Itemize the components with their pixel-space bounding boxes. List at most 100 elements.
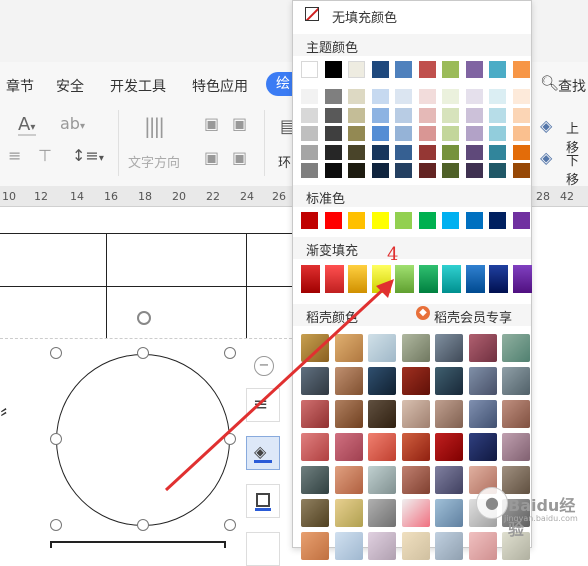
- theme-shade-swatch[interactable]: [371, 126, 389, 141]
- theme-shade-swatch[interactable]: [348, 163, 365, 178]
- docer-color-swatch[interactable]: [502, 400, 530, 428]
- docer-color-swatch[interactable]: [502, 433, 530, 461]
- resize-handle[interactable]: [137, 347, 149, 359]
- theme-shade-swatch[interactable]: [324, 144, 342, 160]
- theme-color-swatch[interactable]: [348, 61, 365, 78]
- theme-shade-swatch[interactable]: [418, 163, 436, 178]
- docer-color-swatch[interactable]: [368, 367, 396, 395]
- docer-color-swatch[interactable]: [502, 367, 530, 395]
- text-box-icon-2[interactable]: ▣: [232, 114, 247, 133]
- bring-forward-icon[interactable]: ◈: [540, 116, 552, 135]
- docer-color-swatch[interactable]: [334, 367, 363, 395]
- standard-color-swatch[interactable]: [395, 212, 412, 229]
- standard-color-swatch[interactable]: [371, 212, 389, 229]
- align-icon[interactable]: ≡: [8, 146, 21, 165]
- shape-outline-button[interactable]: [246, 484, 280, 518]
- tab-chapter[interactable]: 章节: [6, 76, 34, 96]
- text-box-icon[interactable]: ▣: [204, 114, 219, 133]
- theme-shade-swatch[interactable]: [489, 163, 506, 178]
- theme-shade-swatch[interactable]: [489, 144, 506, 160]
- docer-member-label[interactable]: 稻壳会员专享: [434, 307, 512, 326]
- theme-shade-swatch[interactable]: [489, 126, 506, 141]
- highlight-icon[interactable]: ab▾: [60, 114, 85, 133]
- gradient-fill-swatch[interactable]: [512, 265, 532, 293]
- theme-shade-swatch[interactable]: [465, 126, 483, 141]
- theme-color-swatch[interactable]: [395, 61, 412, 78]
- line-spacing-icon[interactable]: ↕≡▾: [72, 146, 104, 165]
- docer-color-swatch[interactable]: [435, 532, 463, 560]
- theme-shade-swatch[interactable]: [442, 126, 459, 141]
- theme-shade-swatch[interactable]: [442, 163, 459, 178]
- docer-color-swatch[interactable]: [468, 334, 497, 362]
- theme-shade-swatch[interactable]: [512, 126, 530, 141]
- wrap-text-button[interactable]: 环: [278, 152, 291, 171]
- resize-handle[interactable]: [224, 347, 236, 359]
- docer-color-swatch[interactable]: [368, 499, 396, 527]
- gradient-fill-swatch[interactable]: [371, 265, 391, 293]
- theme-shade-swatch[interactable]: [371, 163, 389, 178]
- theme-shade-swatch[interactable]: [301, 163, 318, 178]
- find-button[interactable]: 查找: [558, 76, 586, 96]
- theme-shade-swatch[interactable]: [324, 163, 342, 178]
- theme-shade-swatch[interactable]: [371, 107, 389, 123]
- tab-security[interactable]: 安全: [56, 76, 84, 96]
- docer-color-swatch[interactable]: [502, 334, 530, 362]
- search-icon[interactable]: 🔍︎: [540, 74, 559, 92]
- docer-color-swatch[interactable]: [401, 334, 430, 362]
- theme-color-swatch[interactable]: [418, 61, 436, 78]
- distribute-icon[interactable]: ⊤: [38, 146, 52, 165]
- docer-color-swatch[interactable]: [435, 466, 463, 494]
- theme-shade-swatch[interactable]: [442, 144, 459, 160]
- docer-color-swatch[interactable]: [401, 400, 430, 428]
- theme-shade-swatch[interactable]: [418, 126, 436, 141]
- standard-color-swatch[interactable]: [348, 212, 365, 229]
- docer-color-swatch[interactable]: [368, 532, 396, 560]
- circle-shape[interactable]: [56, 354, 230, 526]
- theme-shade-swatch[interactable]: [301, 89, 318, 104]
- docer-color-swatch[interactable]: [301, 400, 329, 428]
- docer-color-swatch[interactable]: [334, 499, 363, 527]
- docer-color-swatch[interactable]: [468, 433, 497, 461]
- theme-color-swatch[interactable]: [442, 61, 459, 78]
- standard-color-swatch[interactable]: [489, 212, 506, 229]
- theme-shade-swatch[interactable]: [395, 144, 412, 160]
- collapse-icon[interactable]: −: [254, 356, 274, 376]
- theme-shade-swatch[interactable]: [324, 89, 342, 104]
- docer-color-swatch[interactable]: [301, 367, 329, 395]
- docer-color-swatch[interactable]: [334, 466, 363, 494]
- docer-color-swatch[interactable]: [301, 433, 329, 461]
- standard-color-swatch[interactable]: [301, 212, 318, 229]
- gradient-fill-swatch[interactable]: [395, 265, 414, 293]
- standard-color-swatch[interactable]: [512, 212, 530, 229]
- docer-color-swatch[interactable]: [301, 532, 329, 560]
- docer-color-swatch[interactable]: [334, 532, 363, 560]
- theme-shade-swatch[interactable]: [512, 163, 530, 178]
- theme-color-swatch[interactable]: [489, 61, 506, 78]
- theme-color-swatch[interactable]: [324, 61, 342, 78]
- docer-color-swatch[interactable]: [435, 499, 463, 527]
- theme-shade-swatch[interactable]: [371, 89, 389, 104]
- gradient-fill-swatch[interactable]: [489, 265, 508, 293]
- theme-shade-swatch[interactable]: [512, 107, 530, 123]
- resize-handle[interactable]: [224, 519, 236, 531]
- theme-shade-swatch[interactable]: [418, 144, 436, 160]
- theme-shade-swatch[interactable]: [465, 107, 483, 123]
- theme-shade-swatch[interactable]: [442, 89, 459, 104]
- layout-options-button[interactable]: ≡: [246, 388, 280, 422]
- font-color-icon[interactable]: A▾: [18, 114, 35, 135]
- resize-handle[interactable]: [224, 433, 236, 445]
- standard-color-swatch[interactable]: [324, 212, 342, 229]
- theme-shade-swatch[interactable]: [395, 107, 412, 123]
- standard-color-swatch[interactable]: [418, 212, 436, 229]
- docer-color-swatch[interactable]: [401, 532, 430, 560]
- rotate-handle-icon[interactable]: [137, 311, 151, 325]
- theme-shade-swatch[interactable]: [512, 144, 530, 160]
- send-backward-button[interactable]: 下移: [566, 150, 588, 188]
- docer-color-swatch[interactable]: [368, 400, 396, 428]
- resize-handle[interactable]: [50, 433, 62, 445]
- docer-color-swatch[interactable]: [468, 400, 497, 428]
- tab-developer[interactable]: 开发工具: [110, 76, 166, 96]
- theme-shade-swatch[interactable]: [395, 126, 412, 141]
- docer-color-swatch[interactable]: [435, 367, 463, 395]
- docer-color-swatch[interactable]: [502, 466, 530, 494]
